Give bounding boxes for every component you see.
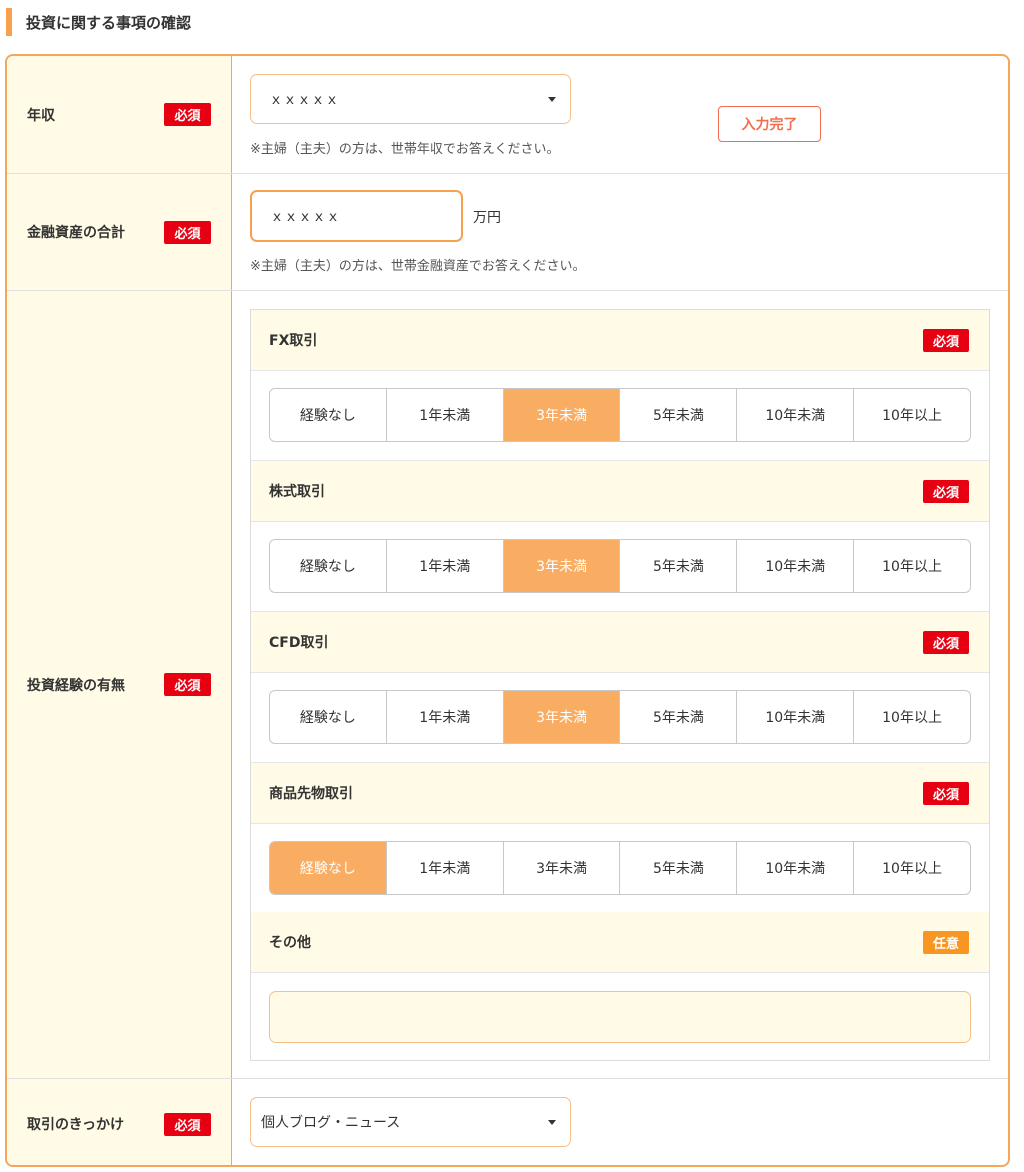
required-badge: 必須 [164,1112,211,1136]
assets-input[interactable]: ｘｘｘｘｘ [250,190,463,242]
trigger-value-cell: 個人ブログ・ニュース [232,1079,1008,1165]
assets-row: 金融資産の合計 必須 ｘｘｘｘｘ 万円 ※主婦（主夫）の方は、世帯金融資産でお答… [7,174,1008,291]
experience-label: 投資経験の有無 [27,677,125,694]
section-title: 投資に関する事項の確認 [6,8,191,36]
assets-note: ※主婦（主夫）の方は、世帯金融資産でお答えください。 [250,259,586,274]
trigger-label-cell: 取引のきっかけ 必須 [7,1079,232,1165]
income-row: 年収 必須 ｘｘｘｘｘ ※主婦（主夫）の方は、世帯年収でお答えください。 入力完… [7,56,1008,174]
chevron-down-icon [548,1120,556,1125]
experience-item-header: CFD取引 必須 [251,612,989,673]
experience-option[interactable]: 1年未満 [387,691,504,743]
experience-option[interactable]: 10年未満 [737,540,855,592]
income-select[interactable]: ｘｘｘｘｘ [250,74,571,124]
other-input[interactable] [269,991,971,1043]
trigger-row: 取引のきっかけ 必須 個人ブログ・ニュース [7,1079,1008,1165]
experience-item-name: CFD取引 [269,635,329,651]
experience-option[interactable]: 10年以上 [854,691,970,743]
experience-item-name: 株式取引 [269,484,325,500]
section-title-text: 投資に関する事項の確認 [26,13,192,32]
required-badge: 必須 [164,103,211,126]
assets-input-value: ｘｘｘｘｘ [270,209,340,225]
experience-option[interactable]: 1年未満 [387,389,504,441]
trigger-select-value: 個人ブログ・ニュース [261,1115,401,1131]
experience-option[interactable]: 3年未満 [503,540,621,592]
experience-option[interactable]: 5年未満 [620,389,738,441]
investment-form: 年収 必須 ｘｘｘｘｘ ※主婦（主夫）の方は、世帯年収でお答えください。 入力完… [5,54,1010,1167]
experience-option[interactable]: 3年未満 [504,842,621,894]
income-select-value: ｘｘｘｘｘ [269,92,339,108]
income-label: 年収 [27,107,55,124]
experience-option[interactable]: 1年未満 [387,842,504,894]
experience-item-name: 商品先物取引 [269,786,353,802]
required-badge: 必須 [164,673,211,696]
income-label-cell: 年収 必須 [7,56,232,173]
experience-segmented-control: 経験なし 1年未満 3年未満 5年未満 10年未満 10年以上 [269,690,971,744]
optional-badge: 任意 [923,930,969,954]
chevron-down-icon [548,97,556,102]
experience-option[interactable]: 10年未満 [737,842,855,894]
experience-label-cell: 投資経験の有無 必須 [7,291,232,1078]
experience-panel: FX取引 必須 経験なし 1年未満 3年未満 5年未満 10年未満 10年以上 株式取引 必須 経験… [250,309,990,1061]
experience-option[interactable]: 5年未満 [620,540,738,592]
experience-item-header: 商品先物取引 必須 [251,763,989,824]
required-badge: 必須 [923,630,969,654]
assets-label: 金融資産の合計 [27,225,125,241]
experience-option[interactable]: 1年未満 [387,540,504,592]
assets-label-cell: 金融資産の合計 必須 [7,174,232,290]
experience-option[interactable]: 経験なし [270,842,387,894]
experience-item-header: 株式取引 必須 [251,461,989,522]
required-badge: 必須 [164,220,211,244]
input-complete-button[interactable]: 入力完了 [718,106,821,142]
experience-row: 投資経験の有無 必須 FX取引 必須 経験なし 1年未満 3年未満 5年未満 10年未満 10… [7,291,1008,1079]
experience-option[interactable]: 3年未満 [503,691,621,743]
experience-option[interactable]: 経験なし [270,691,387,743]
experience-option[interactable]: 5年未満 [620,842,738,894]
title-accent-bar [6,8,12,36]
other-header: その他 任意 [251,912,989,973]
experience-item-name: FX取引 [269,333,318,349]
income-note: ※主婦（主夫）の方は、世帯年収でお答えください。 [250,142,560,157]
experience-option[interactable]: 経験なし [270,389,387,441]
experience-option[interactable]: 5年未満 [620,691,738,743]
experience-segmented-control: 経験なし 1年未満 3年未満 5年未満 10年未満 10年以上 [269,388,971,442]
experience-option[interactable]: 10年以上 [854,842,970,894]
experience-option[interactable]: 10年以上 [854,540,970,592]
income-value-cell: ｘｘｘｘｘ ※主婦（主夫）の方は、世帯年収でお答えください。 入力完了 [232,56,1008,173]
trigger-select[interactable]: 個人ブログ・ニュース [250,1097,571,1147]
experience-value-cell: FX取引 必須 経験なし 1年未満 3年未満 5年未満 10年未満 10年以上 株式取引 必須 経験… [232,291,1008,1078]
other-name: その他 [269,935,311,951]
experience-option[interactable]: 10年未満 [737,691,855,743]
required-badge: 必須 [923,781,969,805]
trigger-label: 取引のきっかけ [27,1117,125,1133]
experience-segmented-control: 経験なし 1年未満 3年未満 5年未満 10年未満 10年以上 [269,539,971,593]
experience-segmented-control: 経験なし 1年未満 3年未満 5年未満 10年未満 10年以上 [269,841,971,895]
experience-option[interactable]: 経験なし [270,540,387,592]
experience-option[interactable]: 3年未満 [503,389,621,441]
experience-item-header: FX取引 必須 [251,310,989,371]
required-badge: 必須 [923,479,969,503]
assets-unit: 万円 [473,210,501,226]
assets-value-cell: ｘｘｘｘｘ 万円 ※主婦（主夫）の方は、世帯金融資産でお答えください。 [232,174,1008,290]
experience-option[interactable]: 10年未満 [737,389,855,441]
required-badge: 必須 [923,328,969,352]
experience-option[interactable]: 10年以上 [854,389,970,441]
